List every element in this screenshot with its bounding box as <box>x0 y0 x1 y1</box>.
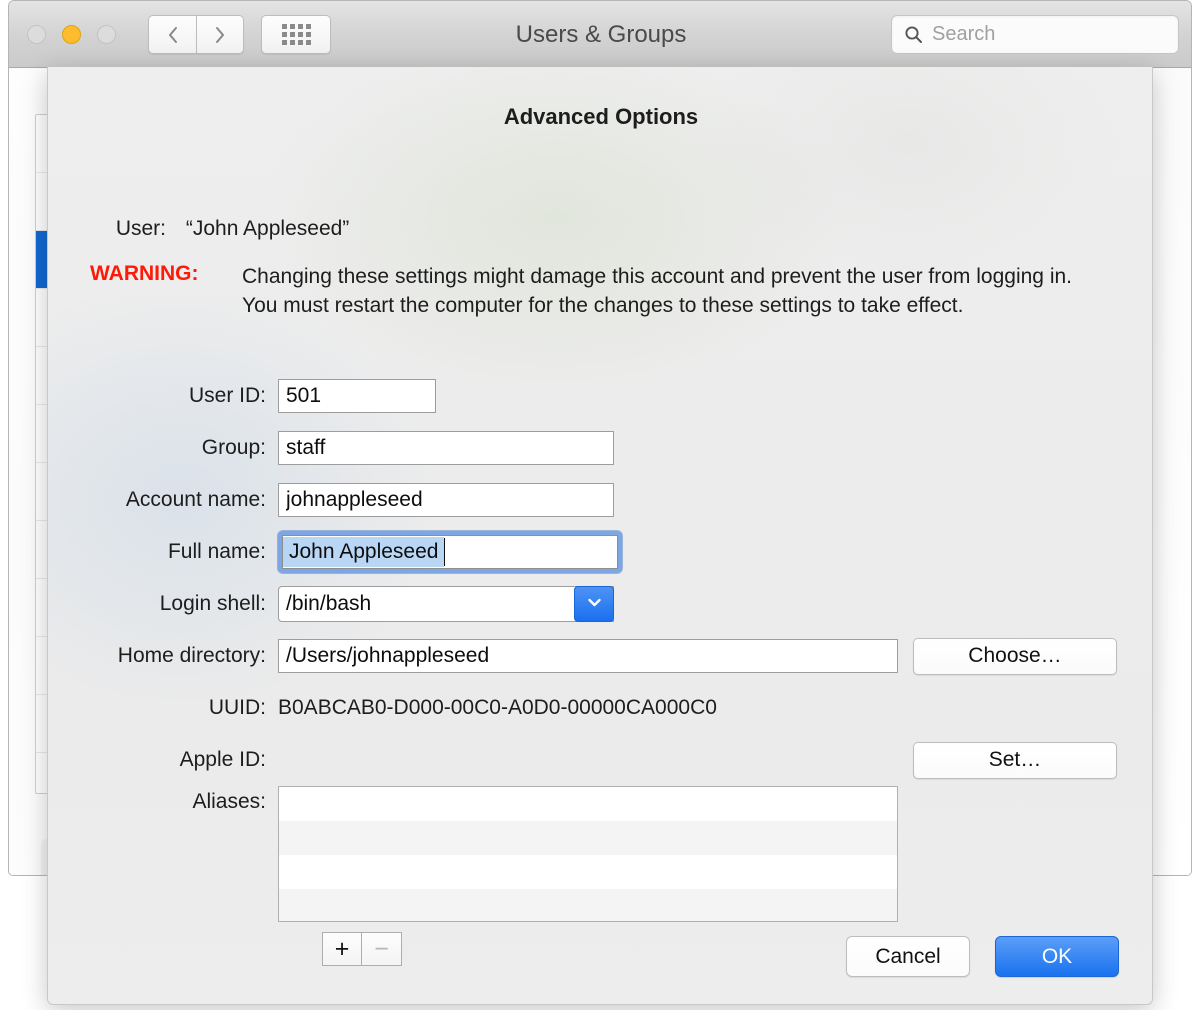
cancel-button[interactable]: Cancel <box>846 936 970 977</box>
group-input[interactable] <box>278 431 614 465</box>
login-shell-value: /bin/bash <box>279 592 613 616</box>
user-id-input[interactable] <box>278 379 436 413</box>
account-name-row: Account name: <box>48 474 1153 526</box>
full-name-input[interactable] <box>282 535 618 569</box>
home-directory-input[interactable] <box>278 639 898 673</box>
group-label: Group: <box>48 436 278 460</box>
login-shell-combobox[interactable]: /bin/bash <box>278 586 614 622</box>
screen: Users & Groups <box>0 0 1200 1010</box>
full-name-focus-ring: John Appleseed <box>278 531 622 573</box>
search-field[interactable] <box>891 15 1179 54</box>
ok-button[interactable]: OK <box>995 936 1119 977</box>
warning-text: Changing these settings might damage thi… <box>242 262 1102 320</box>
full-name-label: Full name: <box>48 540 278 564</box>
choose-button[interactable]: Choose… <box>913 638 1117 675</box>
sheet-footer: Cancel OK <box>846 936 1119 977</box>
add-alias-button[interactable]: + <box>322 932 362 966</box>
login-shell-label: Login shell: <box>48 592 278 616</box>
home-directory-row: Home directory: Choose… <box>48 630 1153 682</box>
list-item[interactable] <box>279 889 897 922</box>
apple-id-label: Apple ID: <box>48 748 278 772</box>
search-input[interactable] <box>932 23 1142 46</box>
login-shell-dropdown-button[interactable] <box>574 586 614 622</box>
advanced-options-form: User ID: Group: Account name: Full name: <box>48 370 1153 930</box>
window-titlebar: Users & Groups <box>9 1 1192 68</box>
list-item[interactable] <box>279 787 897 821</box>
aliases-add-remove-group: + − <box>322 932 402 966</box>
text-cursor <box>444 538 445 566</box>
uuid-row: UUID: B0ABCAB0-D000-00C0-A0D0-00000CA000… <box>48 682 1153 734</box>
apple-id-row: Apple ID: Set… <box>48 734 1153 786</box>
set-button[interactable]: Set… <box>913 742 1117 779</box>
login-shell-row: Login shell: /bin/bash <box>48 578 1153 630</box>
chevron-down-icon <box>586 595 603 613</box>
warning-label: WARNING: <box>88 262 242 320</box>
list-item[interactable] <box>279 855 897 889</box>
list-item[interactable] <box>279 821 897 855</box>
search-icon <box>904 25 923 44</box>
user-id-row: User ID: <box>48 370 1153 422</box>
user-id-label: User ID: <box>48 384 278 408</box>
user-value: “John Appleseed” <box>186 217 349 240</box>
uuid-value: B0ABCAB0-D000-00C0-A0D0-00000CA000C0 <box>278 696 717 720</box>
full-name-row: Full name: John Appleseed <box>48 526 1153 578</box>
sheet-title: Advanced Options <box>48 104 1153 130</box>
user-label: User: <box>88 217 166 241</box>
aliases-list[interactable] <box>278 786 898 922</box>
window-title-text: Users & Groups <box>516 21 687 49</box>
home-directory-label: Home directory: <box>48 644 278 668</box>
group-row: Group: <box>48 422 1153 474</box>
user-row: User: “John Appleseed” <box>88 217 349 241</box>
aliases-row: Aliases: <box>48 786 1153 930</box>
account-name-label: Account name: <box>48 488 278 512</box>
warning-block: WARNING: Changing these settings might d… <box>88 262 1128 320</box>
uuid-label: UUID: <box>48 696 278 720</box>
account-name-input[interactable] <box>278 483 614 517</box>
advanced-options-sheet: Advanced Options User: “John Appleseed” … <box>47 67 1153 1005</box>
remove-alias-button[interactable]: − <box>362 932 402 966</box>
aliases-label: Aliases: <box>48 786 278 930</box>
